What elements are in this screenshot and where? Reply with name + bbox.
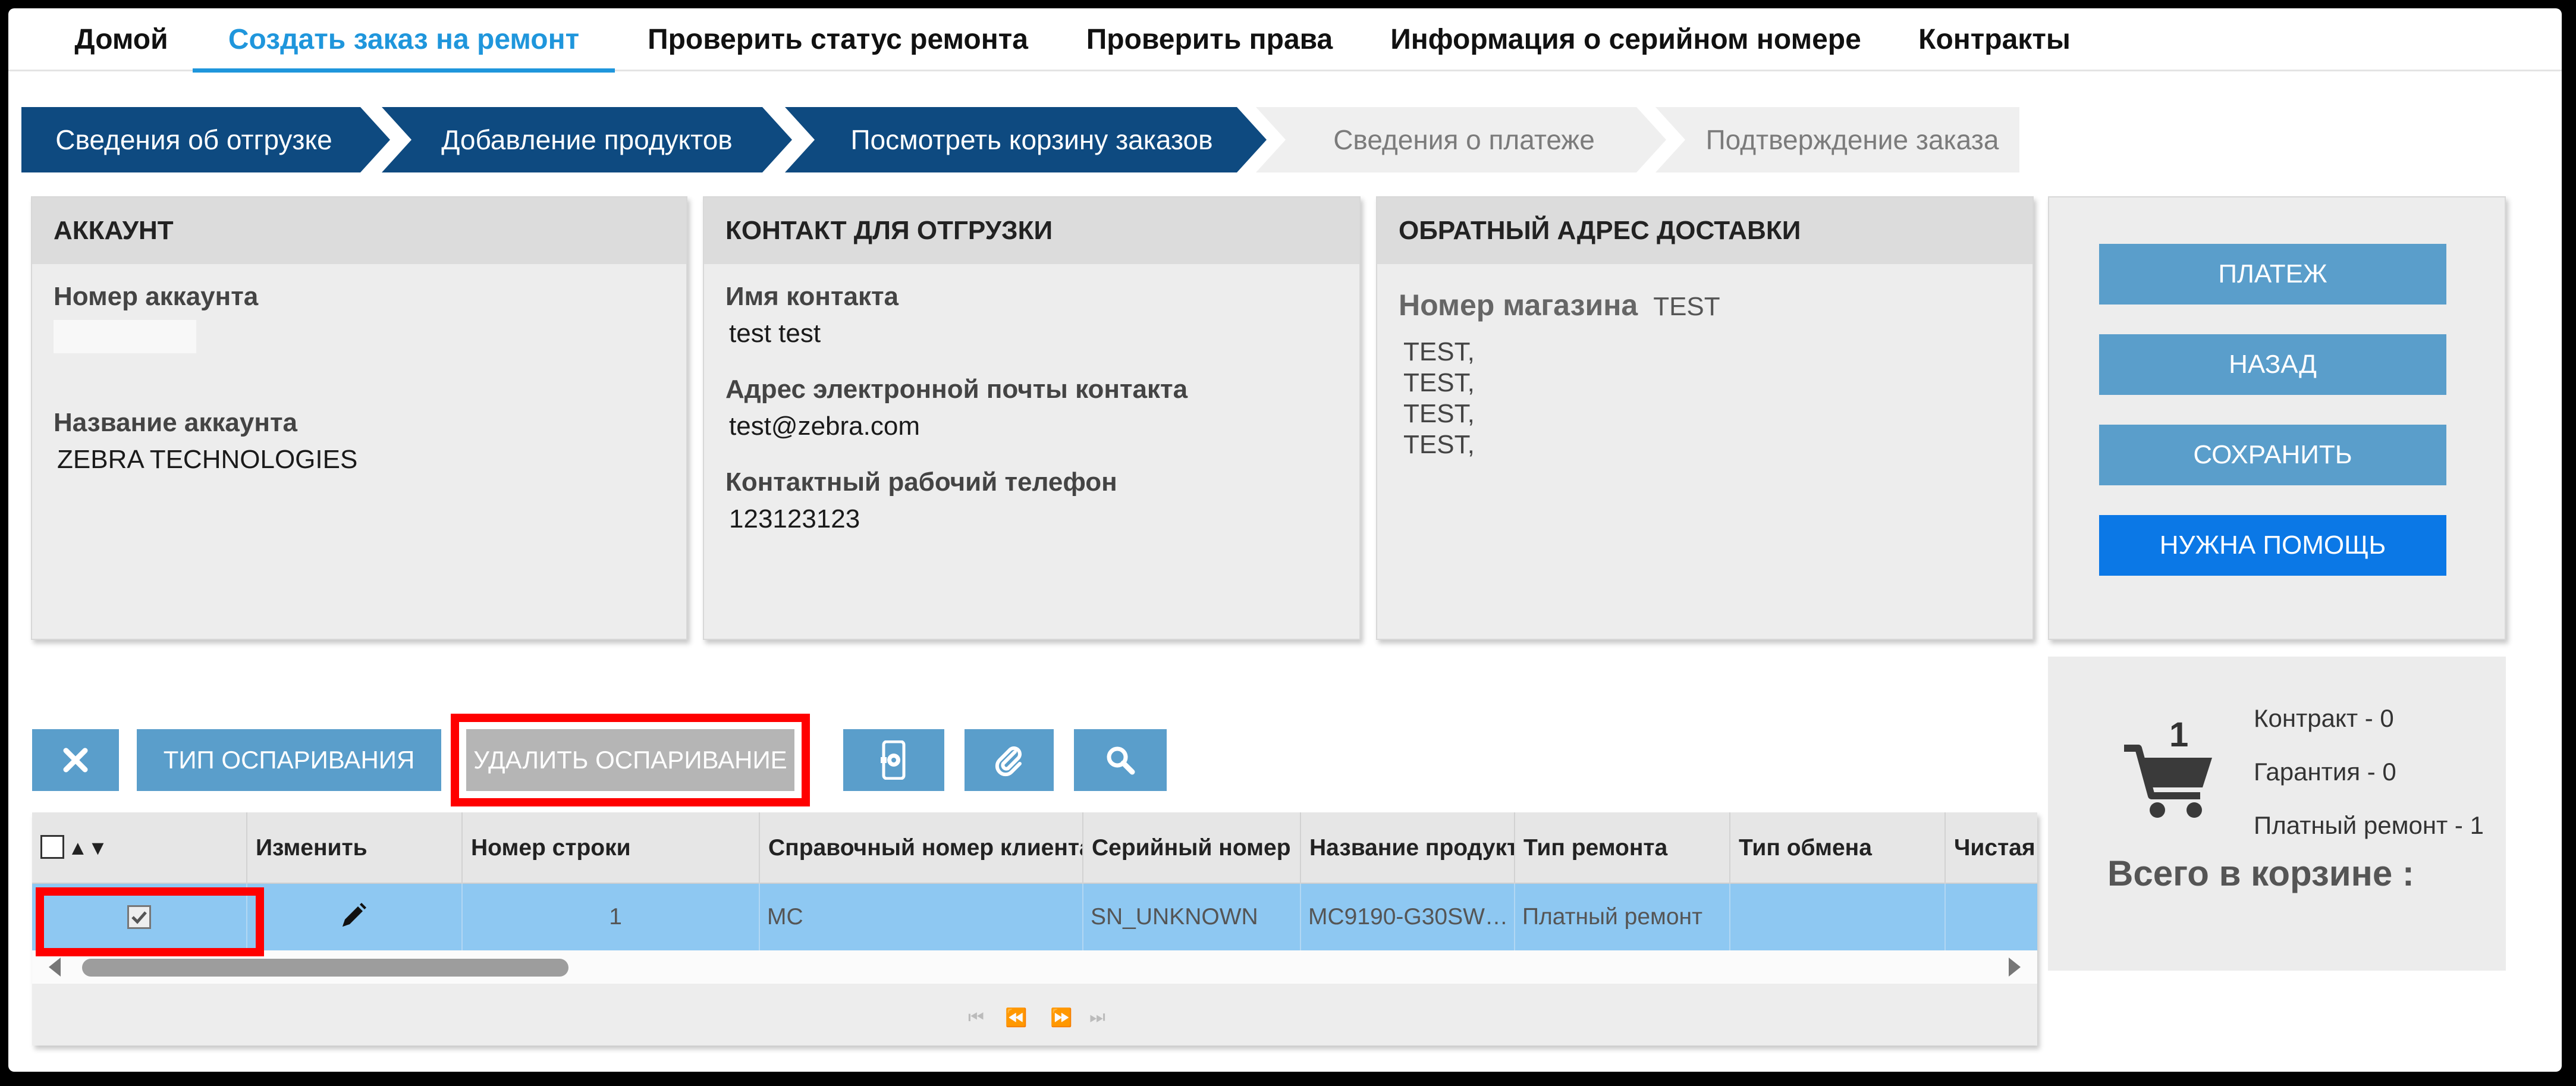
return-address-card: ОБРАТНЫЙ АДРЕС ДОСТАВКИ Номер магазина TE… (1376, 196, 2034, 640)
row-edit-cell[interactable] (246, 884, 461, 950)
sort-icon[interactable]: ▲▼ (68, 812, 108, 884)
step-add-products[interactable]: Добавление продуктов (382, 107, 792, 172)
need-help-button[interactable]: НУЖНА ПОМОЩЬ (2099, 515, 2446, 576)
store-number-value: TEST (1653, 292, 1720, 321)
store-number-label: Номер магазина (1399, 288, 1638, 322)
payment-button[interactable]: ПЛАТЕЖ (2099, 244, 2446, 305)
step-order-confirmation: Подтверждение заказа (1655, 107, 2019, 172)
action-panel: ПЛАТЕЖ НАЗАД СОХРАНИТЬ НУЖНА ПОМОЩЬ (2048, 196, 2506, 640)
step-label: Посмотреть корзину заказов (850, 124, 1213, 155)
account-card-title: АККАУНТ (32, 197, 686, 264)
row-line-number: 1 (461, 884, 759, 950)
last-page-icon[interactable]: ⏭ (1089, 1007, 1105, 1028)
address-line: TEST, (1403, 368, 1475, 397)
dispute-type-button[interactable]: ТИП ОСПАРИВАНИЯ (137, 729, 441, 791)
grid-header: ▲▼ Изменить Номер строки Справочный номе… (32, 812, 2037, 884)
delete-button[interactable] (32, 729, 119, 791)
cart-contract-count: Контракт - 0 (2254, 704, 2394, 732)
back-button[interactable]: НАЗАД (2099, 334, 2446, 395)
search-icon (1107, 746, 1135, 775)
table-row[interactable]: 1 MC SN_UNKNOWN MC9190-G30SWEYA6WR Платн… (32, 884, 2037, 950)
nav-check-entitlement[interactable]: Проверить права (1073, 8, 1346, 71)
contact-email-label: Адрес электронной почты контакта (725, 375, 1188, 404)
nav-serial-number-info[interactable]: Информация о серийном номере (1382, 8, 1870, 71)
prev-page-icon[interactable]: ⏪ (1005, 1007, 1027, 1028)
account-name-label: Название аккаунта (54, 408, 297, 437)
step-label: Сведения о платеже (1333, 124, 1595, 155)
select-all-checkbox[interactable] (40, 835, 64, 859)
first-page-icon[interactable]: ⏮ (968, 1007, 984, 1028)
col-edit[interactable]: Изменить (246, 812, 461, 884)
nav-contracts[interactable]: Контракты (1905, 8, 2084, 71)
row-net (1944, 884, 2037, 950)
col-product-name[interactable]: Название продукта (1300, 812, 1514, 884)
account-name-value: ZEBRA TECHNOLOGIES (57, 445, 358, 474)
row-customer-ref: MC (759, 884, 1082, 950)
cart-count: 1 (2169, 715, 2189, 754)
step-shipping-details[interactable]: Сведения об отгрузке (21, 107, 390, 172)
col-serial-number[interactable]: Серийный номер (1082, 812, 1300, 884)
cart-paid-repair-count: Платный ремонт - 1 (2254, 811, 2484, 839)
address-line: TEST, (1403, 337, 1475, 366)
app-window: Домой Создать заказ на ремонт Проверить … (8, 8, 2562, 1072)
save-button[interactable]: СОХРАНИТЬ (2099, 425, 2446, 485)
scroll-right-icon[interactable] (2009, 958, 2021, 977)
nav-check-repair-status[interactable]: Проверить статус ремонта (639, 8, 1037, 71)
col-line-number[interactable]: Номер строки (461, 812, 759, 884)
address-line: TEST, (1403, 399, 1475, 428)
address-line: TEST, (1403, 430, 1475, 459)
account-card: АККАУНТ Номер аккаунта Название аккаунта… (31, 196, 687, 640)
highlight-row-checkbox (36, 887, 264, 956)
row-exchange-type (1729, 884, 1944, 950)
col-repair-type[interactable]: Тип ремонта (1514, 812, 1729, 884)
paperclip-icon (995, 746, 1022, 777)
scroll-left-icon[interactable] (49, 958, 61, 977)
store-number: Номер магазина TEST (1399, 288, 2011, 322)
contact-email-value: test@zebra.com (729, 412, 920, 441)
account-number-label: Номер аккаунта (54, 282, 259, 311)
top-navigation: Домой Создать заказ на ремонт Проверить … (8, 8, 2562, 73)
nav-home[interactable]: Домой (56, 8, 187, 71)
pager: ⏮ ⏪ ⏩ ⏭ (32, 984, 2037, 1046)
cart-grid: ▲▼ Изменить Номер строки Справочный номе… (32, 812, 2037, 1046)
step-label: Добавление продуктов (441, 124, 733, 155)
row-serial-number: SN_UNKNOWN (1082, 884, 1300, 950)
next-page-icon[interactable]: ⏩ (1050, 1007, 1072, 1028)
horizontal-scrollbar[interactable] (32, 950, 2037, 984)
step-payment-details: Сведения о платеже (1256, 107, 1666, 172)
shipping-contact-title: КОНТАКТ ДЛЯ ОТГРУЗКИ (704, 197, 1359, 264)
contact-phone-value: 123123123 (729, 504, 860, 533)
highlight-remove-dispute (451, 714, 810, 806)
step-label: Подтверждение заказа (1705, 124, 1999, 155)
nav-create-repair-order[interactable]: Создать заказ на ремонт (193, 8, 615, 73)
attach-button[interactable] (965, 729, 1054, 791)
col-net[interactable]: Чистая (1944, 812, 2037, 884)
mobile-settings-icon (881, 740, 906, 780)
contact-name-value: test test (729, 319, 821, 348)
col-exchange-type[interactable]: Тип обмена (1729, 812, 1944, 884)
account-number-value (54, 320, 196, 353)
step-label: Сведения об отгрузке (55, 124, 332, 155)
order-wizard-steps: Сведения об отгрузке Добавление продукто… (21, 107, 2019, 172)
device-settings-button[interactable] (843, 729, 944, 791)
scrollbar-thumb[interactable] (82, 959, 568, 977)
address-lines: TEST, TEST, TEST, TEST, (1403, 337, 2011, 460)
col-customer-ref[interactable]: Справочный номер клиента (759, 812, 1082, 884)
step-view-cart[interactable]: Посмотреть корзину заказов (785, 107, 1267, 172)
cart-total-label: Всего в корзине : (2107, 853, 2414, 893)
search-button[interactable] (1074, 729, 1167, 791)
row-repair-type: Платный ремонт (1514, 884, 1729, 950)
select-all-header[interactable]: ▲▼ (32, 812, 246, 884)
cart-warranty-count: Гарантия - 0 (2254, 758, 2396, 786)
return-address-title: ОБРАТНЫЙ АДРЕС ДОСТАВКИ (1377, 197, 2032, 264)
cart-summary: 1 Контракт - 0 Гарантия - 0 Платный ремо… (2048, 657, 2506, 971)
pencil-icon[interactable] (338, 900, 369, 931)
contact-phone-label: Контактный рабочий телефон (725, 467, 1117, 497)
row-product-name: MC9190-G30SWEYA6WR (1300, 884, 1514, 950)
contact-name-label: Имя контакта (725, 282, 899, 311)
close-icon (63, 748, 88, 773)
shipping-contact-card: КОНТАКТ ДЛЯ ОТГРУЗКИ Имя контакта test t… (703, 196, 1361, 640)
